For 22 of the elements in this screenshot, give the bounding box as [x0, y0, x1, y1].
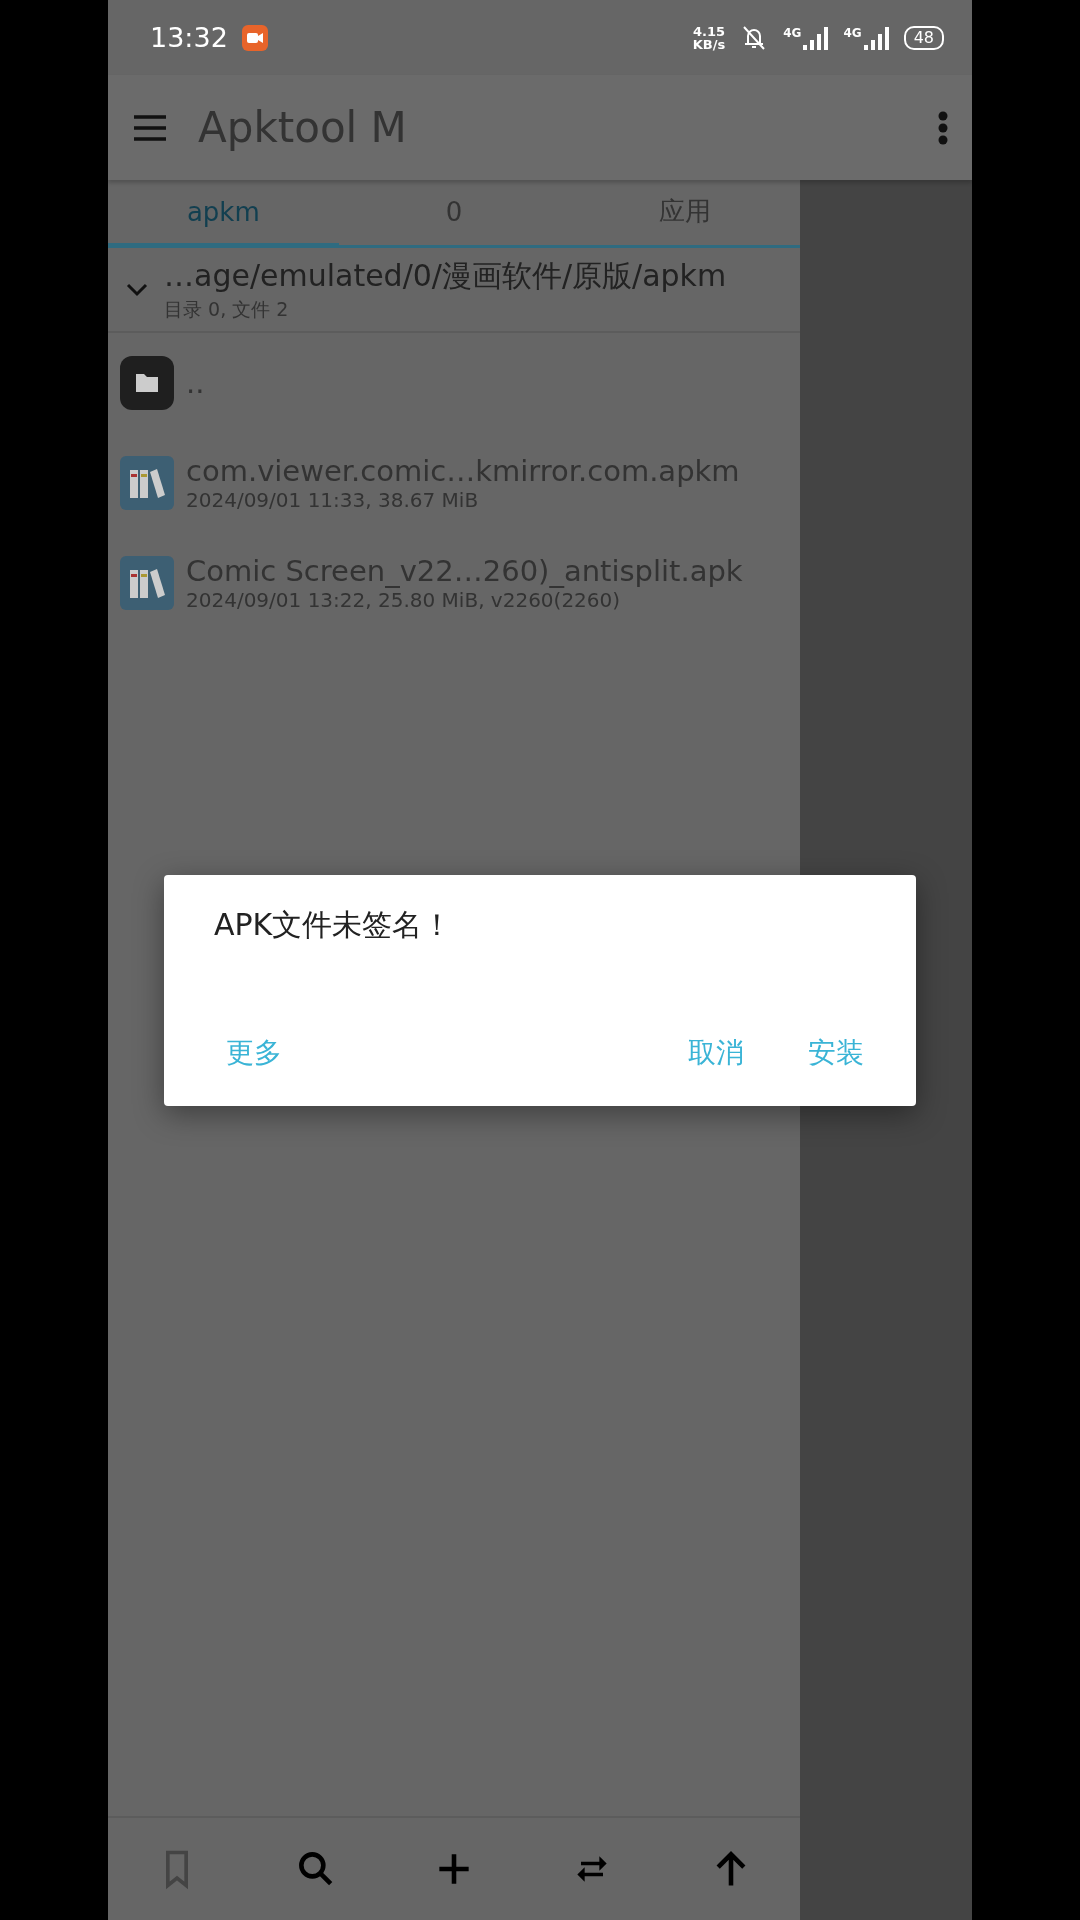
clock: 13:32	[150, 22, 228, 53]
dialog-button[interactable]: 更多	[214, 1028, 294, 1078]
books-icon	[120, 556, 174, 610]
app-title: Apktool M	[198, 103, 408, 152]
network-speed: 4.15 KB/s	[692, 24, 726, 51]
folder-icon	[120, 356, 174, 410]
network-type: 4G	[843, 25, 862, 40]
battery-level: 48	[903, 25, 944, 50]
dialog-message: APK文件未签名！	[214, 906, 454, 944]
signal-icon	[863, 25, 890, 50]
signal-icon	[803, 25, 830, 50]
chevron-icon[interactable]	[126, 282, 148, 297]
video-recorder-icon	[241, 24, 268, 51]
books-icon	[120, 456, 174, 510]
dialog-button[interactable]: 安装	[796, 1028, 876, 1078]
tab[interactable]: apkm	[108, 180, 339, 248]
folder-path: …age/emulated/0/漫画软件/原版/apkm	[164, 257, 727, 295]
more-options-icon[interactable]	[938, 110, 948, 145]
network-type: 4G	[783, 25, 802, 40]
dialog-button[interactable]: 取消	[676, 1028, 756, 1078]
menu-icon[interactable]	[132, 113, 168, 142]
file-name[interactable]: ..	[186, 366, 205, 400]
